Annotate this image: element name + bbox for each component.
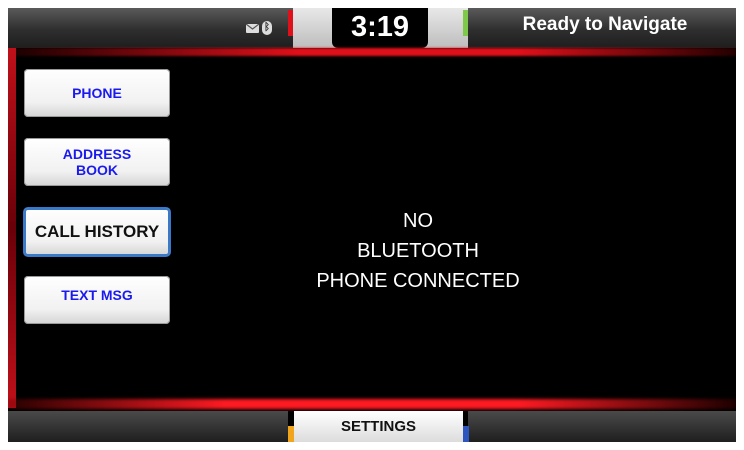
message-icon xyxy=(246,23,259,33)
message-line-3: PHONE CONNECTED xyxy=(316,270,520,292)
bottom-bar-right xyxy=(468,411,736,442)
infotainment-screen: ᛒ 3:19 Ready to Navigate PHONE ADDRESS B… xyxy=(8,8,736,442)
phone-button-label: PHONE xyxy=(72,85,122,101)
clock: 3:19 xyxy=(350,11,410,43)
red-glow-top xyxy=(8,48,736,56)
message-line-2: BLUETOOTH xyxy=(357,240,479,262)
bluetooth-icon: ᛒ xyxy=(262,21,272,35)
navigation-status[interactable]: Ready to Navigate xyxy=(490,14,720,36)
blue-accent-bar xyxy=(463,426,469,442)
call-history-button-label: CALL HISTORY xyxy=(34,222,160,241)
text-msg-button[interactable]: TEXT MSG xyxy=(24,276,170,324)
bottom-bar-left xyxy=(8,411,288,442)
address-book-button[interactable]: ADDRESS BOOK xyxy=(24,138,170,186)
settings-button[interactable]: SETTINGS xyxy=(294,411,463,442)
no-phone-message: NO BLUETOOTH PHONE CONNECTED xyxy=(268,206,568,296)
settings-button-label: SETTINGS xyxy=(340,418,416,435)
red-accent-bar xyxy=(288,10,293,36)
status-icons: ᛒ xyxy=(246,21,272,35)
red-glow-bottom xyxy=(8,399,736,409)
address-book-button-label: ADDRESS BOOK xyxy=(62,146,132,178)
red-glow-left xyxy=(8,48,16,408)
phone-button[interactable]: PHONE xyxy=(24,69,170,117)
call-history-button[interactable]: CALL HISTORY xyxy=(24,208,170,256)
message-line-1: NO xyxy=(403,210,433,232)
green-accent-bar xyxy=(463,10,468,36)
text-msg-button-label: TEXT MSG xyxy=(61,287,133,303)
